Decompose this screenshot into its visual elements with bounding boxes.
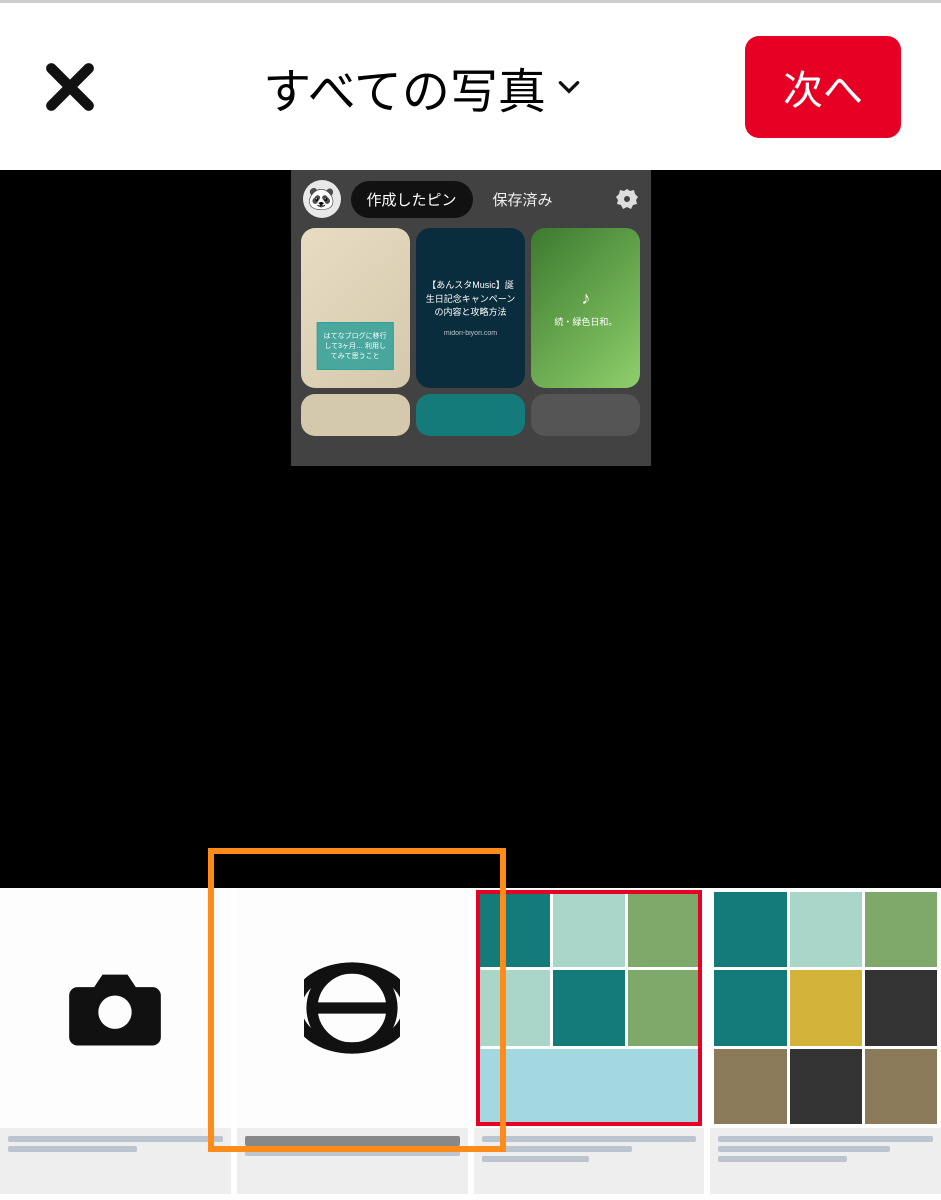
- photo-thumbnail[interactable]: [237, 1128, 468, 1194]
- preview-card-text: 【あんスタMusic】誕生日記念キャンペーンの内容と攻略方法: [424, 279, 517, 320]
- camera-icon: [65, 963, 165, 1053]
- tab-saved: 保存済み: [483, 181, 563, 218]
- preview-card-sub: midori-biyori.com: [444, 330, 497, 337]
- preview-card: [301, 394, 410, 436]
- preview-card-text: 続・緑色日和。: [554, 315, 617, 328]
- close-button[interactable]: [40, 57, 100, 117]
- preview-cards: はてなブログに移行して3ヶ月… 利用してみて思うこと 【あんスタMusic】誕生…: [291, 228, 651, 388]
- camera-button[interactable]: [0, 888, 231, 1128]
- photo-thumbnail[interactable]: [710, 888, 941, 1128]
- preview-card: [531, 394, 640, 436]
- preview-card: 【あんスタMusic】誕生日記念キャンペーンの内容と攻略方法 midori-bi…: [416, 228, 525, 388]
- photo-thumbnail[interactable]: [474, 888, 705, 1128]
- avatar-icon: 🐼: [303, 180, 341, 218]
- web-button[interactable]: [237, 888, 468, 1128]
- preview-card-text: はてなブログに移行して3ヶ月… 利用してみて思うこと: [317, 322, 394, 370]
- gear-icon: [615, 187, 639, 211]
- album-title: すべての写真: [263, 52, 546, 122]
- top-bar: すべての写真 次へ: [0, 0, 941, 170]
- photo-thumbnail[interactable]: [710, 1128, 941, 1194]
- preview-card: はてなブログに移行して3ヶ月… 利用してみて思うこと: [301, 228, 410, 388]
- close-icon: [42, 59, 98, 115]
- thumbnail-image: [474, 888, 705, 1128]
- chevron-down-icon: [556, 74, 582, 100]
- preview-card: [416, 394, 525, 436]
- thumbnail-image: [710, 888, 941, 1128]
- next-button[interactable]: 次へ: [745, 36, 901, 138]
- preview-header: 🐼 作成したピン 保存済み: [291, 170, 651, 228]
- globe-icon: [304, 960, 400, 1056]
- photo-thumbnail[interactable]: [474, 1128, 705, 1194]
- preview-area: 🐼 作成したピン 保存済み はてなブログに移行して3ヶ月… 利用してみて思うこと…: [0, 170, 941, 888]
- photo-grid: [0, 888, 941, 1128]
- preview-card: ♪ 続・緑色日和。: [531, 228, 640, 388]
- preview-selected-image[interactable]: 🐼 作成したピン 保存済み はてなブログに移行して3ヶ月… 利用してみて思うこと…: [291, 170, 651, 466]
- photo-grid-row2: [0, 1128, 941, 1194]
- tab-created-pins: 作成したピン: [351, 181, 473, 218]
- preview-cards-row2: [291, 388, 651, 436]
- photo-thumbnail[interactable]: [0, 1128, 231, 1194]
- music-note-icon: ♪: [581, 288, 590, 309]
- album-selector[interactable]: すべての写真: [263, 52, 582, 122]
